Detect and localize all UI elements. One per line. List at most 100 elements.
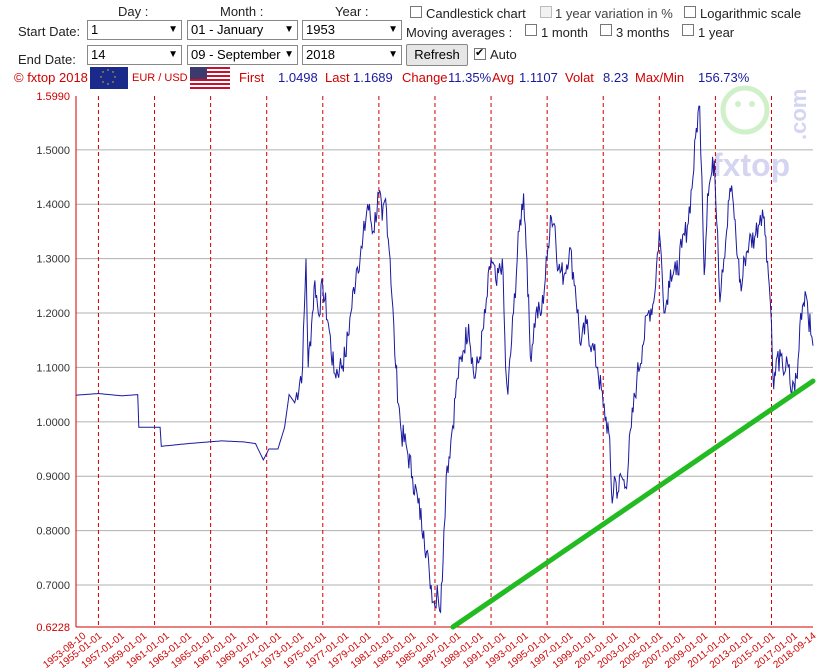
x-tick-label: 1997-01-01	[528, 630, 575, 670]
x-axis-labels: 1953-08-101955-01-011957-01-011959-01-01…	[41, 630, 819, 670]
x-tick-label: 1985-01-01	[394, 630, 441, 670]
smiley-eye-icon	[749, 101, 755, 107]
end-day-value: 14	[91, 47, 106, 62]
chevron-down-icon: ▼	[168, 49, 178, 60]
day-header: Day :	[118, 4, 149, 19]
svg-text:*: *	[107, 69, 109, 75]
us-canton	[190, 67, 207, 79]
end-month-select[interactable]: 09 - September ▼	[187, 45, 298, 65]
chevron-down-icon: ▼	[168, 24, 178, 35]
y-tick-label: 0.9000	[36, 471, 70, 483]
x-tick-label: 1955-01-01	[57, 630, 104, 670]
svg-text:*: *	[112, 81, 114, 87]
x-tick-label: 1991-01-01	[461, 630, 508, 670]
x-tick-label: 2017-01-01	[753, 630, 800, 670]
y-tick-label: 1.0000	[36, 417, 70, 429]
x-tick-label: 2018-09-14	[771, 630, 818, 670]
y-tick-label: 1.4000	[36, 199, 70, 211]
month-header: Month :	[220, 4, 264, 19]
eu-flag-icon: * * * * * * * *	[90, 67, 128, 89]
ma-1-month-label: 1 month	[541, 25, 588, 40]
x-tick-label: 2007-01-01	[641, 630, 688, 670]
chart-axes	[75, 96, 813, 628]
variation-checkbox[interactable]	[540, 6, 552, 18]
y-tick-label: 0.8000	[36, 526, 70, 538]
y-axis-labels: 0.6228 0.7000 0.8000 0.9000 1.0000 1.1000 1.20…	[36, 91, 70, 634]
maxmin-value: 156.73%	[698, 70, 750, 85]
start-year-select[interactable]: 1953 ▼	[302, 20, 402, 40]
change-label: Change	[402, 70, 448, 85]
chart-grid	[76, 96, 813, 627]
y-tick-label: 1.5000	[36, 145, 70, 157]
x-tick-label: 2005-01-01	[618, 630, 665, 670]
fxtop-watermark: fxtop .com	[712, 85, 811, 183]
eu-stars-icon: * *** ****	[100, 69, 116, 89]
change-value: 11.35%	[448, 70, 492, 85]
end-year-value: 2018	[306, 47, 335, 62]
x-tick-label: 1983-01-01	[371, 630, 418, 670]
refresh-button[interactable]: Refresh	[406, 44, 468, 66]
variation-label: 1 year variation in %	[555, 6, 673, 21]
x-tick-label: 1979-01-01	[326, 630, 373, 670]
x-tick-label: 2009-01-01	[663, 630, 710, 670]
x-tick-label: 1987-01-01	[416, 630, 463, 670]
smiley-eye-icon	[735, 101, 741, 107]
trend-line	[450, 378, 816, 630]
chevron-down-icon: ▼	[388, 49, 398, 60]
ma-1-year-checkbox[interactable]	[682, 24, 694, 36]
x-tick-label: 1959-01-01	[102, 630, 149, 670]
start-day-select[interactable]: 1 ▼	[87, 20, 182, 40]
start-month-select[interactable]: 01 - January ▼	[187, 20, 298, 40]
start-year-value: 1953	[306, 22, 335, 37]
x-tick-label: 1981-01-01	[349, 630, 396, 670]
moving-averages-label: Moving averages :	[406, 25, 513, 40]
y-tick-label: 1.5990	[36, 91, 70, 103]
candlestick-checkbox[interactable]	[410, 6, 422, 18]
avg-label: Avg	[492, 70, 515, 85]
end-year-select[interactable]: 2018 ▼	[302, 45, 402, 65]
y-tick-label: 0.7000	[36, 580, 70, 592]
x-tick-label: 1977-01-01	[304, 630, 351, 670]
candlestick-label: Candlestick chart	[426, 6, 526, 21]
price-chart: fxtop .com 0.6228 0.7000 0.8000 0.9000 1.000…	[36, 85, 819, 670]
svg-text:*: *	[102, 81, 104, 87]
x-tick-label: 1975-01-01	[282, 630, 329, 670]
ma-3-months-label: 3 months	[616, 25, 670, 40]
x-tick-label: 2001-01-01	[573, 630, 620, 670]
last-label: Last	[325, 70, 350, 85]
pair-label: EUR / USD	[132, 72, 188, 84]
x-tick-label: 1993-01-01	[483, 630, 530, 670]
volat-label: Volat	[565, 70, 594, 85]
x-tick-label: 1961-01-01	[125, 630, 172, 670]
svg-text:*: *	[102, 71, 104, 77]
x-tick-label: 1999-01-01	[551, 630, 598, 670]
x-tick-label: 1957-01-01	[80, 630, 127, 670]
first-value: 1.0498	[278, 70, 318, 85]
x-tick-label: 2015-01-01	[730, 630, 777, 670]
auto-label: Auto	[490, 47, 517, 62]
x-tick-label: 1967-01-01	[192, 630, 239, 670]
x-tick-label: 1969-01-01	[214, 630, 261, 670]
auto-checkbox[interactable]	[474, 46, 486, 60]
last-value: 1.1689	[353, 70, 393, 85]
end-date-label: End Date:	[18, 52, 76, 67]
x-tick-label: 1989-01-01	[439, 630, 486, 670]
x-tick-label: 2013-01-01	[708, 630, 755, 670]
log-scale-checkbox[interactable]	[684, 6, 696, 18]
ma-1-month-checkbox[interactable]	[525, 24, 537, 36]
maxmin-label: Max/Min	[635, 70, 685, 85]
x-tick-label: 1953-08-10	[41, 630, 88, 670]
copyright: © fxtop 2018	[14, 70, 88, 85]
end-day-select[interactable]: 14 ▼	[87, 45, 182, 65]
watermark-suffix: .com	[786, 89, 811, 140]
x-tick-label: 1963-01-01	[147, 630, 194, 670]
chevron-down-icon: ▼	[284, 49, 294, 60]
x-tick-label: 1965-01-01	[169, 630, 216, 670]
ma-3-months-checkbox[interactable]	[600, 24, 612, 36]
y-tick-label: 1.3000	[36, 254, 70, 266]
watermark-text: fxtop	[712, 147, 790, 183]
volat-value: 8.23	[603, 70, 629, 85]
x-tick-label: 2003-01-01	[596, 630, 643, 670]
x-tick-label: 2011-01-01	[686, 630, 733, 670]
start-day-value: 1	[91, 22, 99, 37]
